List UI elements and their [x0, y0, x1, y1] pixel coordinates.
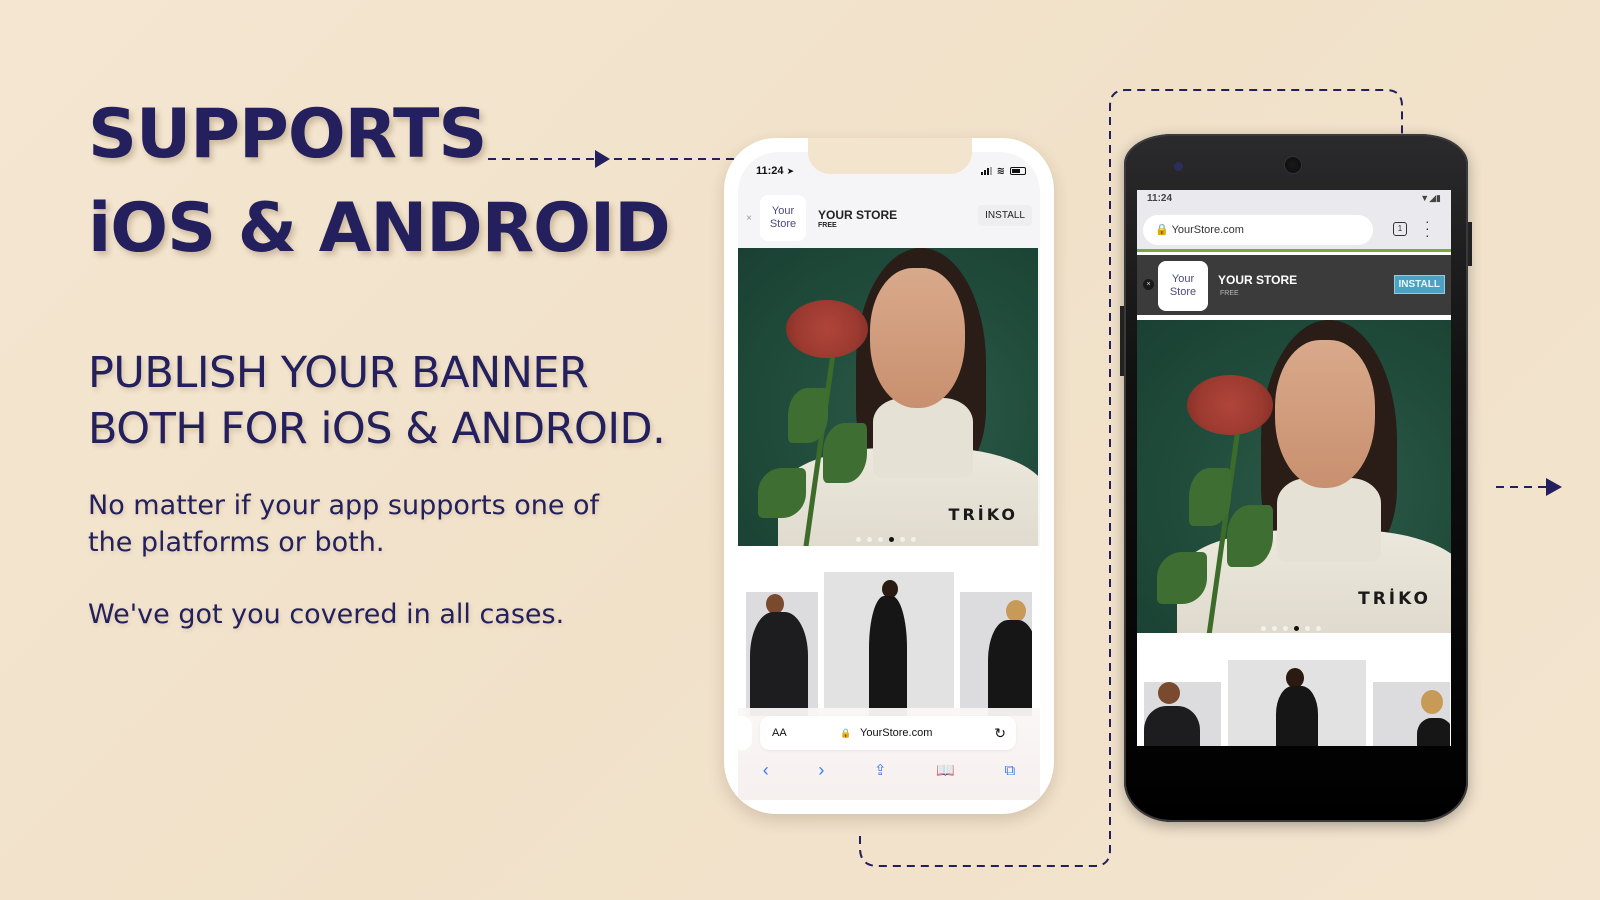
ios-status-bar: 11:24 ➤ ≋: [756, 162, 1026, 180]
location-arrow-icon: ➤: [786, 166, 795, 176]
more-menu-icon[interactable]: · · ·: [1425, 214, 1430, 242]
carousel-dot[interactable]: [900, 537, 905, 542]
forward-icon[interactable]: ›: [818, 760, 824, 781]
hero-image[interactable]: TRİKO: [738, 248, 1038, 546]
carousel-dots[interactable]: [1261, 626, 1321, 631]
bookmarks-icon[interactable]: 📖: [936, 761, 955, 779]
subheading: PUBLISH YOUR BANNER BOTH FOR iOS & ANDRO…: [88, 345, 666, 457]
carousel-dot[interactable]: [878, 537, 883, 542]
brand-logo: TRİKO: [1358, 589, 1431, 609]
tabs-icon[interactable]: ⧉: [1004, 762, 1015, 779]
smart-app-banner-ios[interactable]: × Your Store YOUR STORE FREE INSTALL: [738, 188, 1040, 248]
previous-tab-edge[interactable]: [738, 716, 752, 750]
carousel-dot[interactable]: [911, 537, 916, 542]
app-icon: Your Store: [760, 195, 806, 241]
wifi-icon: ≋: [996, 165, 1005, 177]
app-icon: Your Store: [1158, 261, 1208, 311]
body-paragraph-2: We've got you covered in all cases.: [88, 596, 564, 633]
battery-icon: [1010, 167, 1026, 175]
product-thumbnail[interactable]: [1144, 682, 1221, 746]
product-thumbnail[interactable]: [824, 572, 954, 716]
status-time: 11:24: [756, 165, 784, 177]
headline-line-2: iOS & ANDROID: [88, 189, 671, 268]
text-size-button[interactable]: AA: [772, 727, 787, 739]
tab-switcher-button[interactable]: 1: [1393, 222, 1407, 236]
headline-line-1: SUPPORTS: [88, 95, 487, 174]
install-button[interactable]: INSTALL: [978, 205, 1032, 226]
url-text[interactable]: YourStore.com: [860, 727, 932, 739]
app-icon-text: Store: [1169, 286, 1197, 298]
headline: SUPPORTS iOS & ANDROID: [88, 88, 671, 276]
smart-app-banner-android[interactable]: × Your Store YOUR STORE FREE INSTALL: [1137, 255, 1451, 315]
iphone-mockup: 11:24 ➤ ≋ × Your Store YOUR STORE FREE I…: [724, 138, 1054, 814]
carousel-dot[interactable]: [867, 537, 872, 542]
carousel-dot-active[interactable]: [889, 537, 894, 542]
app-name: YOUR STORE: [1218, 273, 1298, 287]
body-line: No matter if your app supports one of: [88, 490, 600, 521]
volume-button: [1120, 306, 1124, 376]
status-icons: ▼◢▮: [1420, 193, 1441, 203]
share-icon[interactable]: ⇪: [874, 761, 887, 779]
status-time: 11:24: [1147, 193, 1173, 204]
android-mockup: 11:24 ▼◢▮ 🔒 YourStore.com 1 · · · × Your S…: [1120, 134, 1472, 822]
carousel-dot[interactable]: [856, 537, 861, 542]
brand-logo: TRİKO: [948, 505, 1018, 524]
app-icon-text: Store: [769, 218, 797, 230]
carousel-dot[interactable]: [1283, 626, 1288, 631]
safari-toolbar: AA 🔒 YourStore.com ↻ ‹ › ⇪ 📖 ⧉: [738, 708, 1040, 800]
app-icon-text: Your: [771, 205, 795, 217]
reload-icon[interactable]: ↻: [994, 725, 1006, 742]
body-paragraph-1: No matter if your app supports one of th…: [88, 487, 599, 561]
carousel-dots[interactable]: [856, 537, 916, 542]
safari-nav: ‹ › ⇪ 📖 ⧉: [738, 758, 1040, 782]
lock-icon: 🔒: [1155, 224, 1169, 236]
safari-address-bar[interactable]: AA 🔒 YourStore.com ↻: [760, 716, 1016, 750]
product-thumbnail[interactable]: [1228, 660, 1366, 746]
body-line: the platforms or both.: [88, 527, 385, 558]
signal-icon: [980, 167, 992, 175]
earpiece-speaker: [1284, 156, 1302, 174]
subheading-line-2: BOTH FOR iOS & ANDROID.: [88, 404, 666, 454]
app-icon-text: Your: [1171, 273, 1195, 285]
arrow-head-icon: [1546, 478, 1562, 496]
chrome-toolbar: 🔒 YourStore.com 1 · · ·: [1137, 210, 1451, 252]
android-status-bar: 11:24 ▼◢▮: [1137, 190, 1451, 210]
front-camera: [1174, 162, 1183, 171]
power-button: [1468, 222, 1472, 266]
carousel-dot[interactable]: [1272, 626, 1277, 631]
back-icon[interactable]: ‹: [763, 760, 769, 781]
carousel-dot[interactable]: [1316, 626, 1321, 631]
product-thumbnail[interactable]: [1373, 682, 1450, 746]
carousel-dot[interactable]: [1261, 626, 1266, 631]
install-button[interactable]: INSTALL: [1393, 275, 1445, 294]
app-price: FREE: [1220, 290, 1239, 297]
product-thumbnail[interactable]: [746, 592, 818, 716]
product-thumbnail[interactable]: [960, 592, 1032, 716]
carousel-dot[interactable]: [1305, 626, 1310, 631]
body-line: We've got you covered in all cases.: [88, 599, 565, 630]
url-text[interactable]: YourStore.com: [1172, 224, 1244, 236]
banner-close-button[interactable]: ×: [738, 213, 760, 224]
app-name: YOUR STORE: [818, 207, 898, 222]
banner-close-button[interactable]: ×: [1143, 279, 1154, 290]
carousel-dot-active[interactable]: [1294, 626, 1299, 631]
chrome-address-bar[interactable]: 🔒 YourStore.com: [1143, 215, 1373, 245]
subheading-line-1: PUBLISH YOUR BANNER: [88, 348, 589, 398]
product-carousel: [1137, 633, 1451, 746]
hero-image[interactable]: TRİKO: [1137, 320, 1451, 633]
product-carousel: [738, 546, 1040, 716]
android-screen: 11:24 ▼◢▮ 🔒 YourStore.com 1 · · · × Your S…: [1137, 190, 1451, 746]
lock-icon: 🔒: [840, 727, 852, 738]
app-price: FREE: [818, 221, 837, 229]
